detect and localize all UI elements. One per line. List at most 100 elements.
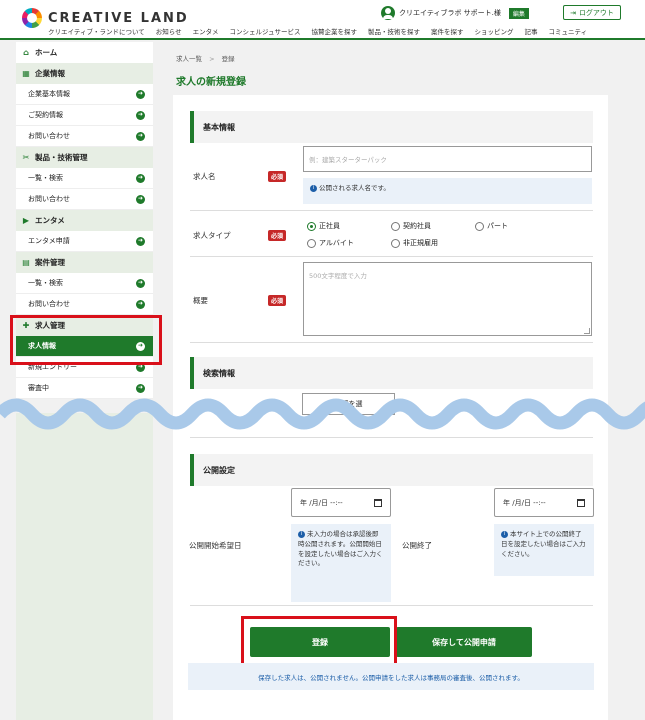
radio-contract[interactable]: 契約社員 bbox=[391, 221, 431, 231]
arrow-right-icon: ➜ bbox=[136, 131, 145, 141]
sidebar-section-entame: ▶ エンタメ bbox=[16, 210, 153, 231]
site-logo[interactable]: CREATIVE LAND bbox=[22, 8, 189, 28]
sidebar-section-cases: ▤ 案件管理 bbox=[16, 252, 153, 273]
nav-community[interactable]: コミュニティ bbox=[549, 26, 588, 36]
radio-selected-icon bbox=[307, 221, 316, 231]
sidebar-item-label: ご契約情報 bbox=[28, 111, 63, 119]
sidebar-item-label: エンタメ申請 bbox=[28, 237, 70, 245]
nav-products[interactable]: 製品・技術を探す bbox=[368, 26, 420, 36]
summary-textarea[interactable]: 500文字程度で入力 bbox=[303, 262, 592, 336]
nav-news[interactable]: お知らせ bbox=[156, 26, 182, 36]
sidebar-item-company-basic[interactable]: 企業基本情報 ➜ bbox=[16, 84, 153, 105]
arrow-right-icon: ➜ bbox=[136, 299, 145, 309]
divider bbox=[190, 605, 593, 606]
sidebar-section-products: ✂ 製品・技術管理 bbox=[16, 147, 153, 168]
radio-label: 契約社員 bbox=[403, 222, 431, 230]
calendar-icon[interactable] bbox=[374, 498, 382, 507]
sidebar-background bbox=[16, 413, 153, 720]
section-publish-settings: 公開設定 bbox=[190, 454, 593, 486]
breadcrumb-separator: > bbox=[209, 55, 215, 63]
start-date-label: 公開開始希望日 bbox=[189, 541, 242, 550]
required-badge: 必須 bbox=[268, 230, 287, 241]
summary-label: 概要 bbox=[193, 296, 208, 305]
sidebar-item-home[interactable]: ⌂ ホーム bbox=[16, 42, 153, 63]
radio-icon bbox=[475, 221, 484, 231]
job-name-input[interactable]: 例：建築スターターパック bbox=[303, 146, 592, 172]
sidebar-item-cases-contact[interactable]: お問い合わせ ➜ bbox=[16, 294, 153, 315]
sidebar-item-label: お問い合わせ bbox=[28, 195, 70, 203]
publish-notice: 保存した求人は、公開されません。公開申請をした求人は事務局の審査後、公開されます… bbox=[188, 663, 594, 690]
radio-label: パート bbox=[487, 222, 508, 230]
radio-label: 非正規雇用 bbox=[403, 239, 438, 247]
arrow-right-icon: ➜ bbox=[136, 89, 145, 99]
nav-concierge[interactable]: コンシェルジュサービス bbox=[229, 26, 300, 36]
nav-about[interactable]: クリエイティブ・ランドについて bbox=[48, 26, 145, 36]
section-label: 企業情報 bbox=[35, 69, 65, 78]
global-nav: クリエイティブ・ランドについて お知らせ エンタメ コンシェルジュサービス 協賛… bbox=[48, 26, 587, 36]
nav-entame[interactable]: エンタメ bbox=[193, 26, 219, 36]
job-type-label: 求人タイプ bbox=[193, 231, 231, 240]
nav-sponsors[interactable]: 協賛企業を探す bbox=[312, 26, 358, 36]
user-name: クリエイティブラボ サポート.様 bbox=[399, 9, 501, 17]
radio-fulltime[interactable]: 正社員 bbox=[307, 221, 340, 231]
section-basic-info: 基本情報 bbox=[190, 111, 593, 143]
sidebar-item-label: 一覧・検索 bbox=[28, 174, 63, 182]
end-date-label: 公開終了 bbox=[402, 541, 432, 550]
sidebar-item-company-contact[interactable]: お問い合わせ ➜ bbox=[16, 126, 153, 147]
logo-mark-icon bbox=[22, 8, 42, 28]
job-name-label: 求人名 bbox=[193, 172, 216, 181]
sidebar-item-cases-list[interactable]: 一覧・検索 ➜ bbox=[16, 273, 153, 294]
user-menu[interactable]: クリエイティブラボ サポート.様 編集 bbox=[381, 6, 529, 20]
divider bbox=[190, 342, 593, 343]
calendar-icon[interactable] bbox=[577, 498, 585, 507]
date-placeholder: 年 /月/日 --:-- bbox=[503, 498, 546, 507]
radio-icon bbox=[307, 238, 316, 248]
radio-icon bbox=[391, 221, 400, 231]
home-icon: ⌂ bbox=[23, 48, 29, 57]
job-name-hint: i 公開される求人名です。 bbox=[303, 178, 592, 204]
breadcrumb-parent[interactable]: 求人一覧 bbox=[176, 55, 202, 63]
sidebar-item-label: お問い合わせ bbox=[28, 132, 70, 140]
radio-nonregular[interactable]: 非正規雇用 bbox=[391, 238, 438, 248]
logout-label: ログアウト bbox=[578, 8, 614, 17]
nav-articles[interactable]: 記事 bbox=[525, 26, 538, 36]
breadcrumb: 求人一覧 > 登録 bbox=[176, 53, 235, 63]
arrow-right-icon: ➜ bbox=[136, 194, 145, 204]
sidebar-item-products-list[interactable]: 一覧・検索 ➜ bbox=[16, 168, 153, 189]
building-icon: ▦ bbox=[22, 69, 30, 78]
save-and-apply-button[interactable]: 保存して公開申請 bbox=[396, 627, 532, 657]
sidebar-item-entame-apply[interactable]: エンタメ申請 ➜ bbox=[16, 231, 153, 252]
user-avatar-icon bbox=[381, 6, 395, 20]
sidebar-section-company: ▦ 企業情報 bbox=[16, 63, 153, 84]
highlight-box bbox=[10, 315, 162, 365]
sidebar-item-label: お問い合わせ bbox=[28, 300, 70, 308]
section-label: 案件管理 bbox=[35, 258, 65, 267]
arrow-right-icon: ➜ bbox=[136, 173, 145, 183]
divider bbox=[190, 256, 593, 257]
radio-part[interactable]: パート bbox=[475, 221, 508, 231]
end-date-hint: i 本サイト上での公開終了日を設定したい場合はご入力ください。 bbox=[494, 524, 594, 576]
site-header: CREATIVE LAND クリエイティブ・ランドについて お知らせ エンタメ … bbox=[0, 0, 645, 40]
divider bbox=[190, 210, 593, 211]
required-badge: 必須 bbox=[268, 295, 287, 306]
nav-cases[interactable]: 案件を探す bbox=[431, 26, 464, 36]
sidebar-item-contract[interactable]: ご契約情報 ➜ bbox=[16, 105, 153, 126]
summary-placeholder: 500文字程度で入力 bbox=[309, 272, 367, 280]
resize-grip-icon[interactable] bbox=[584, 328, 590, 334]
start-date-input[interactable]: 年 /月/日 --:-- bbox=[291, 488, 391, 517]
end-date-input[interactable]: 年 /月/日 --:-- bbox=[494, 488, 594, 517]
highlight-box bbox=[241, 616, 397, 668]
breadcrumb-current: 登録 bbox=[221, 55, 235, 63]
info-icon: i bbox=[310, 184, 317, 192]
sidebar-item-products-contact[interactable]: お問い合わせ ➜ bbox=[16, 189, 153, 210]
tools-icon: ✂ bbox=[22, 153, 30, 162]
nav-shopping[interactable]: ショッピング bbox=[475, 26, 514, 36]
sidebar-item-label: 一覧・検索 bbox=[28, 279, 63, 287]
info-icon: i bbox=[298, 530, 305, 538]
arrow-right-icon: ➜ bbox=[136, 110, 145, 120]
radio-label: 正社員 bbox=[319, 222, 340, 230]
edit-badge[interactable]: 編集 bbox=[508, 7, 529, 19]
logout-button[interactable]: ⇥ ログアウト bbox=[563, 5, 621, 20]
hint-text: 公開される求人名です。 bbox=[319, 184, 390, 192]
radio-arbeit[interactable]: アルバイト bbox=[307, 238, 354, 248]
